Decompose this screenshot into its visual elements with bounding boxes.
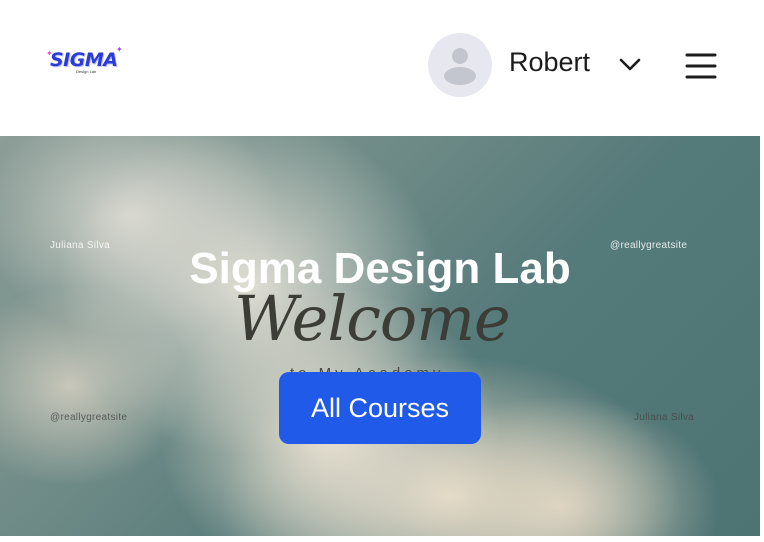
user-silhouette-icon [444, 48, 476, 85]
brand-logo[interactable]: ✦ SIGMA ✦ Design Lab [46, 46, 126, 82]
all-courses-button[interactable]: All Courses [279, 372, 481, 444]
sparkle-icon: ✦ [116, 45, 123, 54]
user-avatar[interactable] [428, 33, 492, 97]
image-label-bottom-left: @reallygreatsite [50, 412, 128, 423]
logo-subtext: Design Lab [76, 69, 97, 74]
image-label-bottom-right: Juliana Silva [634, 412, 695, 423]
hero-banner: Juliana Silva @reallygreatsite @reallygr… [0, 136, 760, 536]
page: ✦ SIGMA ✦ Design Lab Robert Juliana Silv… [0, 0, 764, 542]
main-menu-button[interactable] [682, 50, 720, 82]
logo-text: SIGMA [50, 49, 118, 71]
user-menu-dropdown[interactable] [617, 54, 643, 76]
chevron-down-icon [619, 58, 641, 71]
hamburger-menu-icon [685, 53, 717, 79]
hero-title: Sigma Design Lab [189, 244, 571, 293]
site-header: ✦ SIGMA ✦ Design Lab Robert [0, 0, 760, 136]
user-name[interactable]: Robert [509, 47, 590, 78]
